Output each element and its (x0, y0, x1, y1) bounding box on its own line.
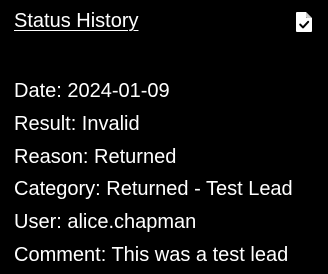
entry-date: Date: 2024-01-09 (14, 80, 170, 102)
entry-comment: Comment: This was a test lead (14, 243, 289, 266)
document-check-icon[interactable] (294, 10, 314, 34)
entry-result: Result: Invalid (14, 112, 140, 135)
entry-category: Category: Returned - Test Lead (14, 178, 293, 201)
status-history-panel: Status History Date: 2024-01-09 Result: … (0, 0, 328, 274)
status-history-link[interactable]: Status History (14, 9, 138, 33)
entry-reason: Reason: Returned (14, 145, 177, 168)
status-entry: Date: 2024-01-09 Result: Invalid Reason:… (14, 75, 293, 272)
entry-user: User: alice.chapman (14, 211, 197, 234)
